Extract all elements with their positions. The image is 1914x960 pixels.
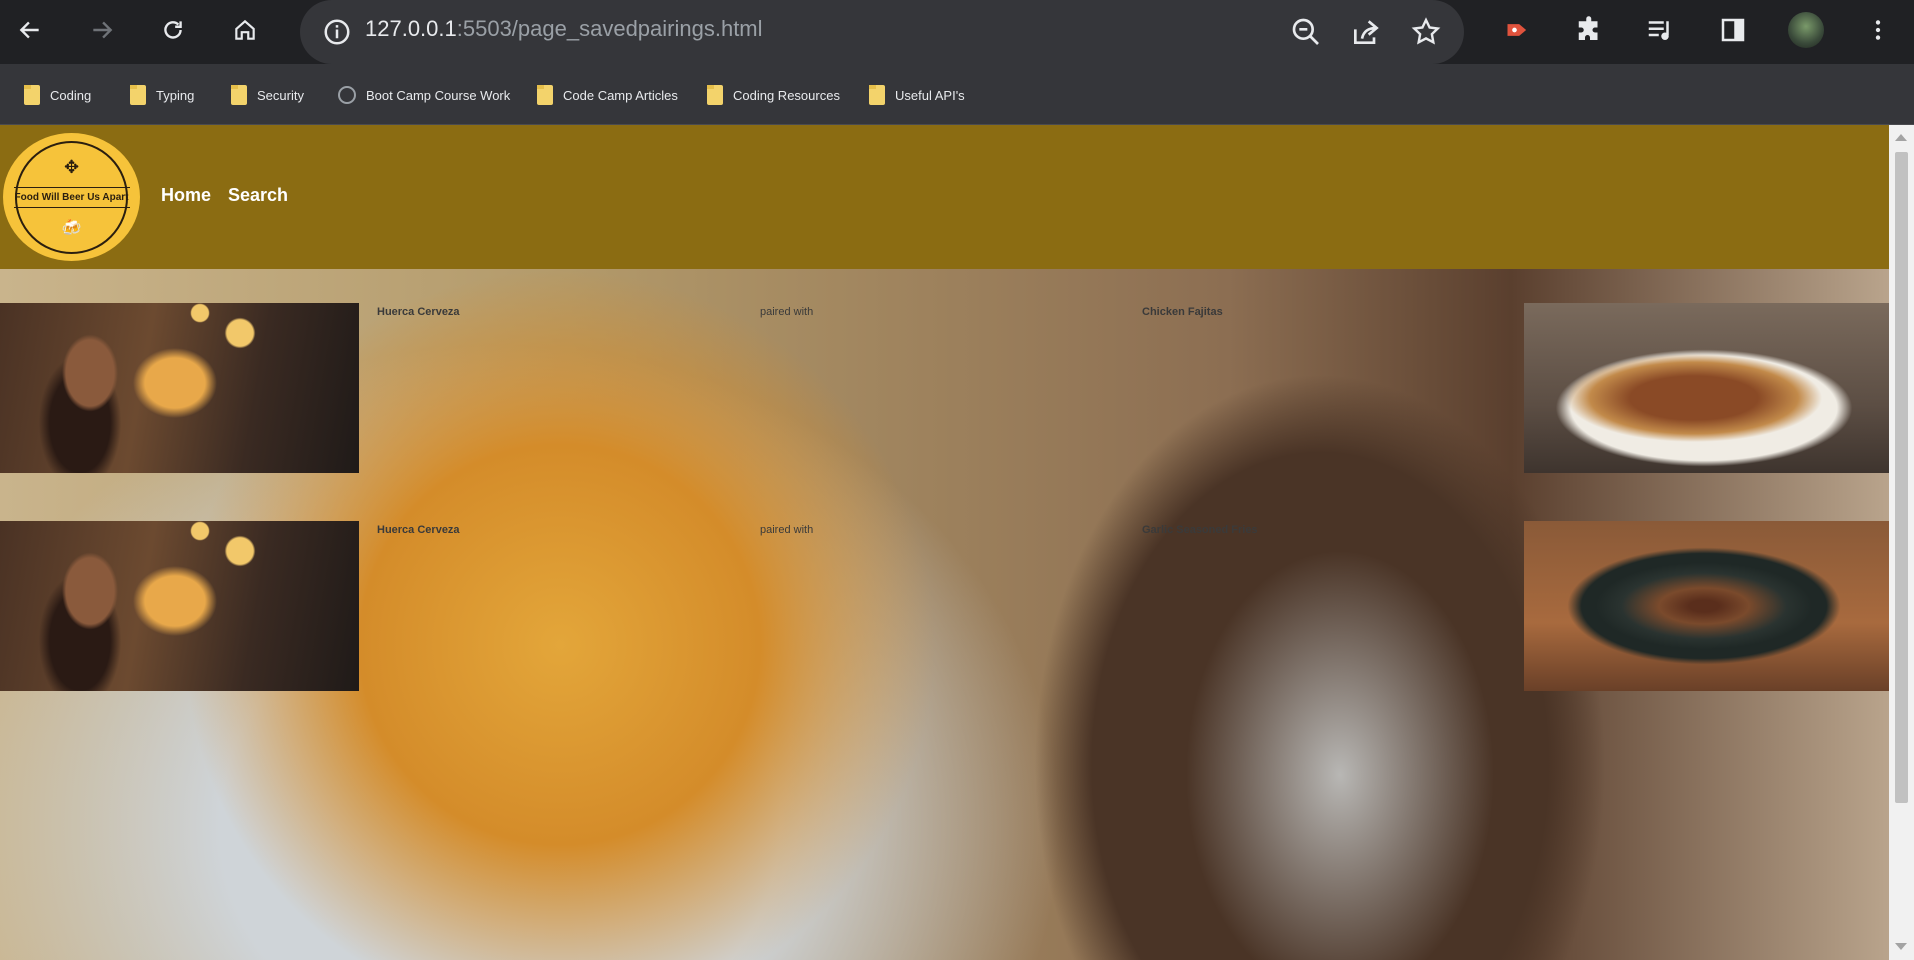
site-header: ✥ Food Will Beer Us Apart 🍻 Home Search (0, 125, 1889, 269)
bookmark-label: Coding Resources (733, 87, 840, 103)
folder-icon (537, 85, 553, 105)
extension-red-icon[interactable] (1500, 12, 1536, 48)
bookmark-typing[interactable]: Typing (130, 84, 194, 106)
food-name: Chicken Fajitas (1142, 306, 1223, 318)
bookmark-label: Useful API's (895, 87, 965, 103)
forward-icon[interactable] (84, 12, 120, 48)
back-icon[interactable] (12, 12, 48, 48)
bookmark-label: Boot Camp Course Work (366, 87, 511, 103)
bookmark-label: Security (257, 87, 304, 103)
food-name: Garlic Seasoned Fries (1142, 524, 1258, 536)
github-icon (338, 86, 356, 104)
bookmark-label: Code Camp Articles (563, 87, 678, 103)
folder-icon (869, 85, 885, 105)
browser-menu-icon[interactable] (1860, 12, 1896, 48)
wheat-icon: ✥ (63, 156, 80, 177)
scroll-down-arrow[interactable] (1895, 943, 1907, 950)
folder-icon (707, 85, 723, 105)
bookmark-label: Coding (50, 87, 92, 103)
folder-icon (24, 85, 40, 105)
bookmark-boot-camp[interactable]: Boot Camp Course Work (338, 84, 510, 106)
site-logo[interactable]: ✥ Food Will Beer Us Apart 🍻 (3, 133, 140, 261)
bookmark-coding[interactable]: Coding (24, 84, 91, 106)
site-info-icon[interactable] (322, 17, 352, 47)
paired-with-text: paired with (760, 306, 814, 318)
profile-avatar-icon[interactable] (1788, 12, 1824, 48)
paired-with-text: paired with (760, 524, 814, 536)
bookmark-coding-resources[interactable]: Coding Resources (707, 84, 840, 106)
url-text[interactable]: 127.0.0.1:5503/page_savedpairings.html (365, 16, 763, 42)
address-bar[interactable]: 127.0.0.1:5503/page_savedpairings.html (300, 0, 1464, 64)
page-scrollbar[interactable] (1889, 125, 1914, 960)
beer-name: Huerca Cerveza (377, 524, 460, 536)
folder-icon (130, 85, 146, 105)
bookmark-code-camp[interactable]: Code Camp Articles (537, 84, 678, 106)
side-panel-icon[interactable] (1715, 12, 1751, 48)
beer-mugs-icon: 🍻 (61, 219, 82, 237)
bookmark-star-icon[interactable] (1410, 16, 1442, 48)
beer-image (0, 521, 359, 691)
bookmark-useful-apis[interactable]: Useful API's (869, 84, 965, 106)
folder-icon (231, 85, 247, 105)
logo-badge: ✥ Food Will Beer Us Apart 🍻 (13, 140, 130, 254)
beer-name: Huerca Cerveza (377, 306, 460, 318)
scroll-thumb[interactable] (1895, 152, 1908, 803)
scroll-up-arrow[interactable] (1895, 134, 1907, 141)
reload-icon[interactable] (155, 12, 191, 48)
browser-toolbar: 127.0.0.1:5503/page_savedpairings.html (0, 0, 1914, 64)
bookmark-security[interactable]: Security (231, 84, 304, 106)
media-queue-icon[interactable] (1642, 12, 1678, 48)
nav-search-link[interactable]: Search (228, 185, 288, 206)
nav-home-link[interactable]: Home (161, 185, 211, 206)
beer-image (0, 303, 359, 473)
bookmark-label: Typing (156, 87, 195, 103)
extensions-puzzle-icon[interactable] (1572, 12, 1608, 48)
food-image (1524, 521, 1889, 691)
page-viewport: ✥ Food Will Beer Us Apart 🍻 Home Search … (0, 125, 1889, 960)
zoom-out-icon[interactable] (1290, 16, 1322, 48)
bookmarks-bar: Coding Typing Security Boot Camp Course … (0, 64, 1914, 125)
home-icon[interactable] (227, 12, 263, 48)
food-image (1524, 303, 1889, 473)
share-icon[interactable] (1350, 16, 1382, 48)
logo-text: Food Will Beer Us Apart (13, 186, 130, 208)
